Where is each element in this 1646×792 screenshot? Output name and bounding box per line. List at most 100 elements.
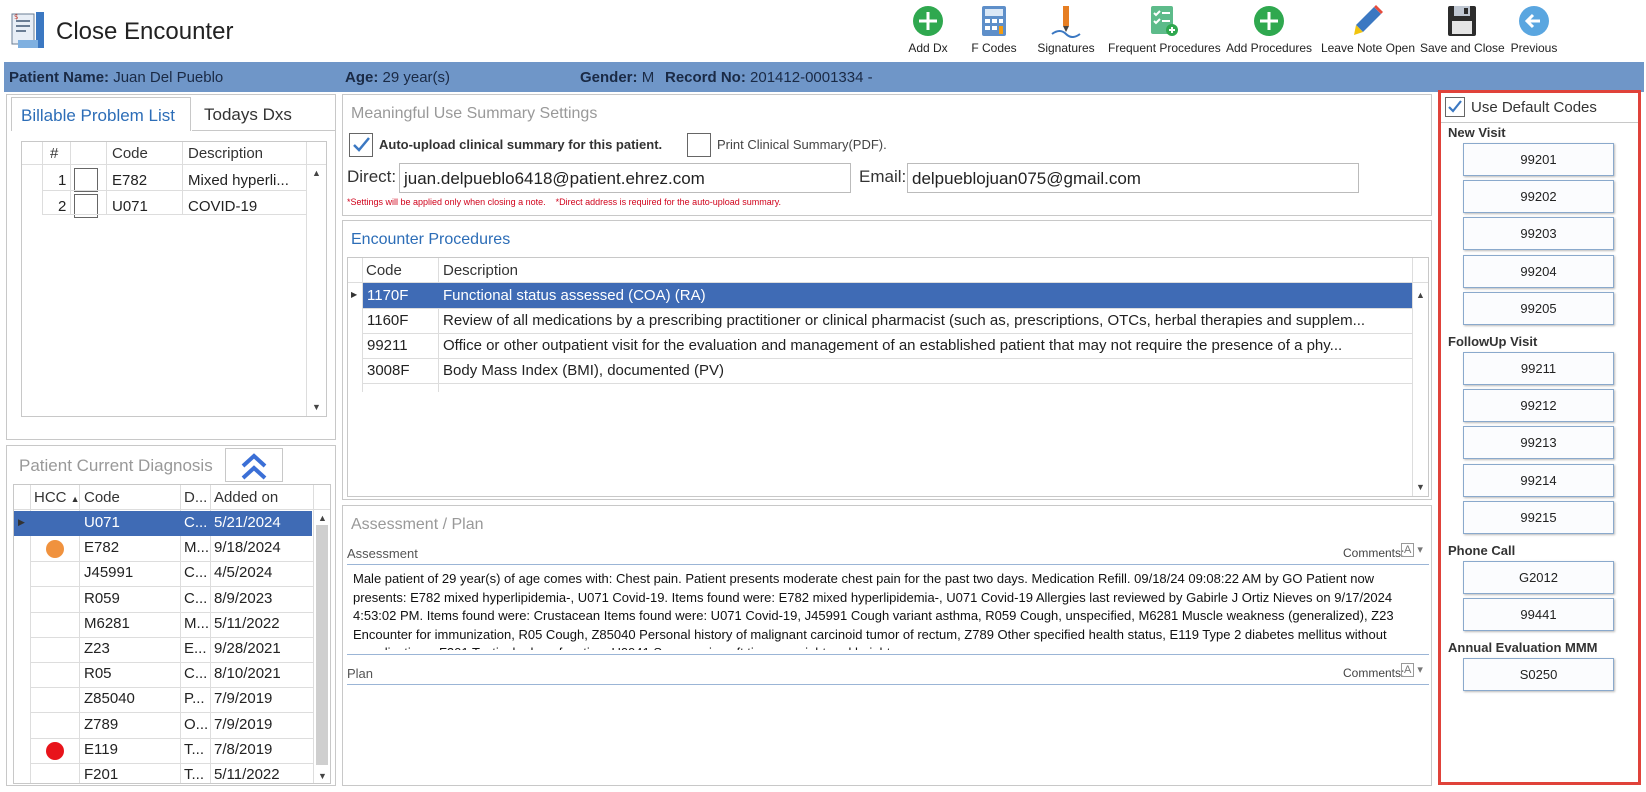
code-button-G2012[interactable]: G2012 <box>1463 561 1614 594</box>
row-number: 1 <box>58 172 67 189</box>
table-row[interactable]: 3008F Body Mass Index (BMI), documented … <box>348 358 1412 383</box>
toolbar-label: Frequent Procedures <box>1108 41 1221 55</box>
pencil-icon <box>1354 5 1383 35</box>
assessment-plan-panel: Assessment / Plan Assessment Comments: A… <box>342 505 1432 786</box>
use-default-codes-checkbox[interactable] <box>1445 97 1465 117</box>
tab-todays-dxs[interactable]: Todays Dxs <box>192 97 317 131</box>
email-field[interactable]: delpueblojuan075@gmail.com <box>907 163 1359 193</box>
code-button-99204[interactable]: 99204 <box>1463 254 1614 288</box>
table-row[interactable]: R05 C... 8/10/2021 <box>14 662 312 687</box>
add-procedures-button[interactable]: Add Procedures <box>1226 4 1312 58</box>
tab-billable-problem-list[interactable]: Billable Problem List <box>11 97 191 131</box>
assessment-label: Assessment <box>347 546 418 561</box>
patient-age: 29 year(s) <box>382 69 451 86</box>
row-number: 2 <box>58 198 67 215</box>
column-header-code: Code <box>84 489 120 506</box>
use-default-codes-label: Use Default Codes <box>1471 99 1597 116</box>
code-button-99213[interactable]: 99213 <box>1463 426 1614 460</box>
table-row[interactable]: Z23 E... 9/28/2021 <box>14 637 312 662</box>
table-row[interactable]: Z85040 P... 7/9/2019 <box>14 687 312 712</box>
row-added-on: 8/10/2021 <box>214 665 281 683</box>
table-row[interactable]: 99211 Office or other outpatient visit f… <box>348 333 1412 358</box>
code-button-99441[interactable]: 99441 <box>1463 598 1614 632</box>
table-row[interactable]: Z789 O... 7/9/2019 <box>14 713 312 738</box>
leave-note-open-button[interactable]: Leave Note Open <box>1320 4 1416 58</box>
table-row[interactable]: ▶ 1170F Functional status assessed (COA)… <box>348 283 1412 308</box>
table-row[interactable]: E119 T... 7/8/2019 <box>14 738 312 763</box>
direct-address-value: juan.delpueblo6418@patient.ehrez.com <box>404 169 705 188</box>
column-header-hcc[interactable]: HCC ▲ <box>34 489 80 506</box>
row-description: Office or other outpatient visit for the… <box>443 337 1343 354</box>
code-button-99215[interactable]: 99215 <box>1463 500 1614 534</box>
current-diagnosis-title: Patient Current Diagnosis <box>19 456 213 475</box>
row-description: Body Mass Index (BMI), documented (PV) <box>443 362 724 379</box>
toolbar-label: F Codes <box>971 41 1017 55</box>
scroll-up-arrow[interactable]: ▲ <box>312 168 321 178</box>
previous-button[interactable]: Previous <box>1506 4 1562 58</box>
code-button-99202[interactable]: 99202 <box>1463 180 1614 214</box>
scroll-down-arrow[interactable]: ▼ <box>312 402 321 412</box>
table-row[interactable]: M6281 M... 5/11/2022 <box>14 612 312 637</box>
row-description: C... <box>184 514 208 531</box>
table-row[interactable]: 1160F Review of all medications by a pre… <box>348 308 1412 333</box>
row-code: J45991 <box>84 564 134 582</box>
collapse-button[interactable] <box>225 448 283 482</box>
hcc-header-label: HCC <box>34 489 67 506</box>
table-row[interactable]: ▶ U071 C... 5/21/2024 <box>14 511 312 536</box>
code-button-99211[interactable]: 99211 <box>1463 352 1614 385</box>
code-button-99203[interactable]: 99203 <box>1463 217 1614 251</box>
scroll-down-arrow[interactable]: ▼ <box>1416 482 1425 492</box>
comments-dropdown[interactable]: A ▾ <box>1401 543 1431 561</box>
direct-address-field[interactable]: juan.delpueblo6418@patient.ehrez.com <box>399 163 851 193</box>
diagnosis-grid: HCC ▲ Code D... Added on ▶ U071 C... 5/2… <box>13 484 331 784</box>
comments-dropdown[interactable]: A ▾ <box>1401 663 1431 681</box>
row-code: U071 <box>84 514 120 531</box>
code-section-label: Phone Call <box>1448 543 1516 558</box>
print-summary-checkbox[interactable] <box>687 133 711 157</box>
scrollbar-thumb[interactable] <box>316 525 328 765</box>
mu-summary-title: Meaningful Use Summary Settings <box>351 105 598 122</box>
auto-upload-label: Auto-upload clinical summary for this pa… <box>379 137 663 152</box>
age-label: Age: <box>345 69 379 86</box>
code-button-99214[interactable]: 99214 <box>1463 463 1614 497</box>
plan-text-area[interactable] <box>353 690 1421 780</box>
app-logo-icon: $ <box>11 12 44 48</box>
row-code: Z23 <box>84 640 110 657</box>
toolbar-label: Add Procedures <box>1226 41 1313 55</box>
scroll-up-arrow[interactable]: ▲ <box>318 513 327 523</box>
row-code: U071 <box>112 198 148 215</box>
row-code: Z789 <box>84 715 119 733</box>
row-added-on: 9/18/2024 <box>214 539 281 557</box>
patient-gender: M <box>641 69 655 86</box>
table-row[interactable]: R059 C... 8/9/2023 <box>14 587 312 612</box>
code-button-99212[interactable]: 99212 <box>1463 389 1614 423</box>
record-label: Record No: <box>665 69 746 86</box>
mu-summary-panel: Meaningful Use Summary Settings Auto-upl… <box>342 94 1432 216</box>
auto-upload-checkbox[interactable] <box>349 133 373 157</box>
code-button-99205[interactable]: 99205 <box>1463 291 1614 325</box>
row-added-on: 7/9/2019 <box>214 690 273 708</box>
row-checkbox[interactable] <box>74 168 98 192</box>
frequent-procedures-button[interactable]: Frequent Procedures <box>1108 4 1221 58</box>
code-button-S0250[interactable]: S0250 <box>1463 658 1614 692</box>
table-row[interactable]: J45991 C... 4/5/2024 <box>14 561 312 586</box>
floppy-disk-icon <box>1448 6 1476 36</box>
patient-name-label: Patient Name: <box>9 69 110 86</box>
scroll-up-arrow[interactable]: ▲ <box>1416 290 1425 300</box>
default-codes-panel: Use Default Codes New Visit 99201 99202 992… <box>1438 90 1641 785</box>
assessment-text[interactable]: Male patient of 29 year(s) of age comes … <box>353 570 1421 650</box>
add-dx-button[interactable]: Add Dx <box>898 4 958 58</box>
row-added-on: 9/28/2021 <box>214 640 281 657</box>
scroll-down-arrow[interactable]: ▼ <box>318 771 327 781</box>
column-header-number: # <box>50 145 59 162</box>
use-default-codes-toggle[interactable]: Use Default Codes <box>1441 93 1638 123</box>
row-description: T... <box>184 766 205 783</box>
signatures-button[interactable]: Signatures <box>1034 4 1098 58</box>
table-row[interactable]: F201 T... 5/11/2022 <box>14 763 312 783</box>
svg-text:$: $ <box>14 13 18 21</box>
table-row[interactable]: E782 M... 9/18/2024 <box>14 536 312 561</box>
code-button-99201[interactable]: 99201 <box>1463 143 1614 176</box>
save-and-close-button[interactable]: Save and Close <box>1420 4 1505 58</box>
hcc-status-icon <box>46 540 64 559</box>
f-codes-button[interactable]: F Codes <box>964 4 1024 58</box>
